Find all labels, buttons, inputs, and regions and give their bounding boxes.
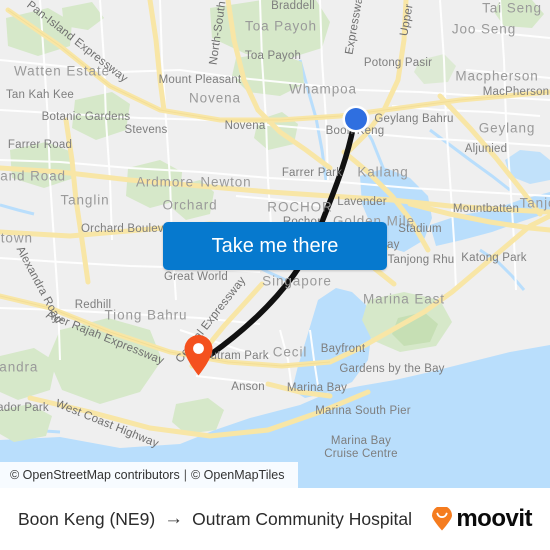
take-me-there-button[interactable]: Take me there	[163, 222, 387, 270]
trip-origin-label: Boon Keng (NE9)	[18, 508, 156, 529]
moovit-trip-preview: Pan-Island Expressway North-South Braddell…	[0, 0, 550, 550]
moovit-pin-icon	[432, 507, 453, 531]
moovit-wordmark: moovit	[456, 505, 532, 532]
arrow-right-icon: →	[164, 508, 184, 529]
attribution-openmaptiles[interactable]: © OpenMapTiles	[191, 468, 285, 482]
take-me-there-label: Take me there	[211, 234, 339, 257]
moovit-logo[interactable]: moovit	[431, 505, 532, 533]
trip-footer: Boon Keng (NE9) → Outram Community Hospi…	[0, 488, 550, 550]
map-canvas[interactable]: Pan-Island Expressway North-South Braddell…	[0, 0, 550, 488]
attribution-osm[interactable]: © OpenStreetMap contributors	[10, 468, 180, 482]
attribution-separator: |	[183, 468, 187, 482]
trip-destination-label: Outram Community Hospital	[192, 508, 412, 529]
map-attribution: © OpenStreetMap contributors | © OpenMap…	[0, 462, 298, 488]
trip-summary: Boon Keng (NE9) → Outram Community Hospi…	[18, 508, 412, 530]
destination-marker[interactable]	[183, 334, 214, 376]
origin-marker[interactable]	[341, 104, 371, 134]
